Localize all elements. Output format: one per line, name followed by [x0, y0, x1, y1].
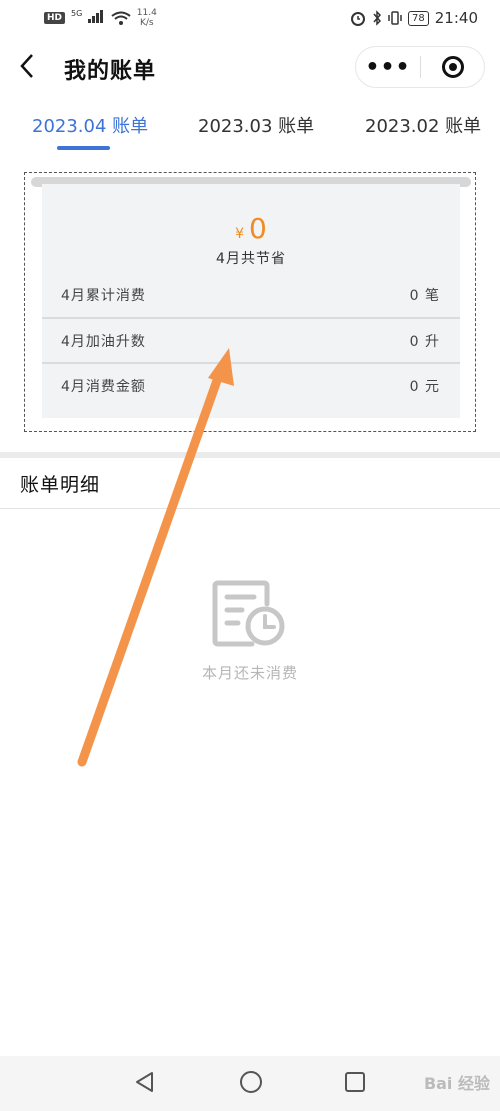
summary-row-liters: 4月加油升数 0 升: [42, 317, 460, 363]
summary-row-label: 4月加油升数: [61, 334, 146, 350]
empty-bill-icon: [212, 580, 285, 647]
nav-recents-icon[interactable]: [344, 1070, 366, 1094]
nav-back-icon[interactable]: [133, 1070, 155, 1094]
more-options-button[interactable]: •••: [356, 55, 420, 80]
system-nav-bar: Bai 经验: [0, 1056, 500, 1111]
saved-label: 4月共节省: [216, 251, 286, 267]
currency-symbol: ¥: [235, 226, 245, 242]
saved-amount: ¥0: [42, 212, 460, 245]
network-speed: 11.4 K/s: [137, 8, 157, 28]
summary-card-frame: ¥0 4月共节省 4月累计消费 0 笔 4月加油升数 0 升 4月消费金额 0 …: [24, 172, 476, 432]
vibrate-icon: [388, 11, 402, 25]
watermark: Bai 经验: [423, 1074, 490, 1093]
bluetooth-icon: [373, 10, 382, 26]
month-tabs: 2023.04 账单 2023.03 账单 2023.02 账单: [0, 112, 500, 156]
annotation-arrow: [77, 348, 234, 767]
nav-home-icon[interactable]: [239, 1070, 263, 1094]
signal-label: 5G: [71, 9, 83, 18]
saved-amount-value: 0: [249, 212, 267, 245]
cellular-signal-icon: 5G: [71, 9, 105, 27]
empty-state-text: 本月还未消费: [201, 664, 298, 682]
speed-value: 11.4: [136, 8, 157, 18]
summary-row-amount: 4月消费金额 0 元: [42, 362, 460, 408]
mini-program-capsule: •••: [355, 46, 485, 88]
bill-details-title: 账单明细: [20, 474, 101, 496]
summary-card: ¥0 4月共节省 4月累计消费 0 笔 4月加油升数 0 升 4月消费金额 0 …: [42, 184, 460, 418]
summary-row-label: 4月累计消费: [61, 288, 146, 304]
summary-row-value: 0 笔: [409, 288, 440, 304]
hd-badge: HD: [44, 12, 66, 24]
active-tab-indicator: [57, 146, 110, 150]
speed-unit: K/s: [139, 18, 154, 28]
tab-2023-04[interactable]: 2023.04 账单: [32, 112, 148, 138]
summary-row-label: 4月消费金额: [61, 379, 146, 395]
summary-row-value: 0 元: [409, 379, 440, 395]
back-icon[interactable]: [18, 52, 36, 80]
battery-icon: 78: [408, 10, 429, 26]
section-divider: [0, 452, 500, 458]
status-bar: HD 5G 11.4 K/s 78 21:40: [0, 0, 500, 36]
clock: 21:40: [434, 9, 478, 27]
alarm-icon: [351, 12, 366, 26]
summary-row-value: 0 升: [409, 334, 440, 350]
target-icon: [441, 56, 464, 78]
wifi-icon: [111, 11, 131, 25]
tab-2023-02[interactable]: 2023.02 账单: [365, 112, 481, 138]
summary-row-transactions: 4月累计消费 0 笔: [42, 273, 460, 317]
title-divider: [0, 508, 500, 509]
page-title: 我的账单: [64, 59, 157, 84]
close-mini-program-button[interactable]: [421, 56, 484, 78]
nav-bar: 我的账单 •••: [0, 40, 500, 96]
tab-2023-03[interactable]: 2023.03 账单: [198, 112, 314, 138]
